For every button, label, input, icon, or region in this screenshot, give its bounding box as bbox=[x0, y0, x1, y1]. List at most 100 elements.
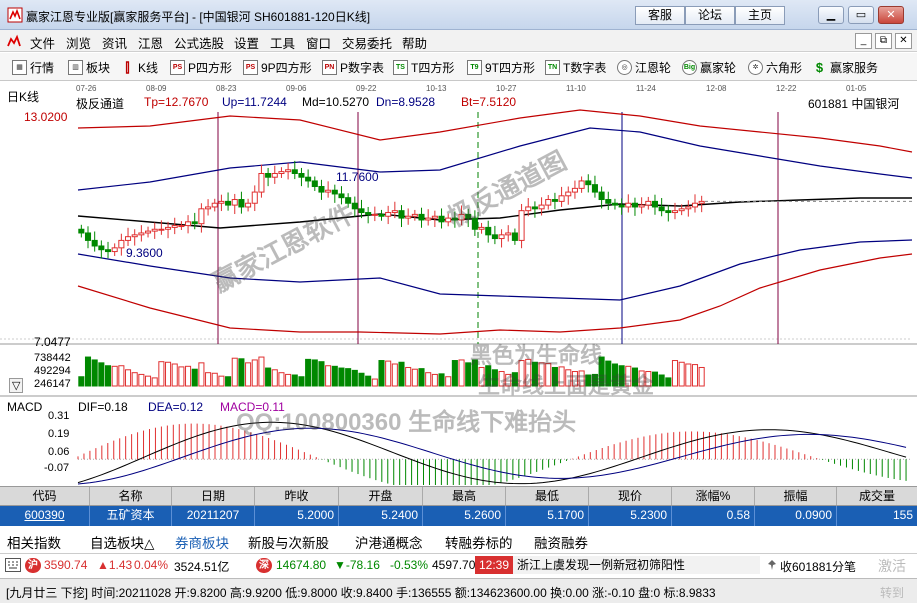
macd-name: MACD bbox=[7, 400, 43, 414]
col-price[interactable]: 现价 bbox=[589, 487, 672, 505]
p-number-table-button[interactable]: PN P数字表 bbox=[322, 58, 384, 76]
tab-margin-trading[interactable]: 融资融券 bbox=[534, 532, 588, 552]
news-ticker[interactable]: 12:39 浙江上虞发现一例新冠初筛阳性 bbox=[475, 556, 760, 574]
candle-body bbox=[271, 173, 278, 178]
ps9-icon: PS bbox=[243, 59, 258, 75]
menu-help[interactable]: 帮助 bbox=[402, 33, 427, 52]
volume-bar bbox=[124, 369, 132, 387]
volume-bar bbox=[478, 366, 485, 387]
candle-body bbox=[265, 173, 272, 178]
candle-body bbox=[198, 208, 205, 225]
t-number-table-button[interactable]: TN T数字表 bbox=[545, 58, 606, 76]
volume-bar bbox=[298, 376, 305, 387]
kline-button[interactable]: ⫿ K线 bbox=[120, 58, 158, 76]
col-prev-close[interactable]: 昨收 bbox=[255, 487, 339, 505]
tab-securities-lending[interactable]: 转融券标的 bbox=[445, 532, 513, 552]
candle-body bbox=[84, 232, 92, 241]
volume-bar bbox=[358, 372, 365, 387]
ts-icon: TS bbox=[393, 59, 408, 75]
menu-formula-pick[interactable]: 公式选股 bbox=[174, 33, 224, 52]
menu-info[interactable]: 资讯 bbox=[102, 33, 127, 52]
homepage-link[interactable]: 主页 bbox=[735, 6, 785, 25]
menu-settings[interactable]: 设置 bbox=[234, 33, 259, 52]
date-tick: 07-26 bbox=[76, 84, 97, 93]
candle-body bbox=[131, 234, 138, 238]
p-square-button[interactable]: PS P四方形 bbox=[170, 58, 232, 76]
volume-bar bbox=[631, 367, 638, 387]
candle-body bbox=[658, 206, 665, 212]
candle-body bbox=[311, 180, 318, 188]
candle-body bbox=[391, 210, 398, 214]
candle-body bbox=[551, 199, 558, 202]
toolbar: ▦ 行情 ▥ 板块 ⫿ K线 PS P四方形 PS 9P四方形 PN P数字表 TS T四方形… bbox=[0, 53, 917, 81]
col-low[interactable]: 最低 bbox=[506, 487, 589, 505]
sz-index-value[interactable]: 14674.80 bbox=[276, 558, 326, 572]
forum-link[interactable]: 论坛 bbox=[685, 6, 735, 25]
tab-broker-sector[interactable]: 券商板块 bbox=[175, 532, 229, 552]
window-title: 赢家江恩专业版[赢家服务平台] - [中国银河 SH601881-120日K线] bbox=[26, 10, 371, 24]
mdi-restore-button[interactable]: ⧉ bbox=[875, 33, 892, 49]
mdi-minimize-button[interactable]: _ bbox=[855, 33, 872, 49]
tab-new-stocks[interactable]: 新股与次新股 bbox=[248, 532, 329, 552]
candle-body bbox=[678, 208, 685, 212]
candle-body bbox=[205, 206, 212, 210]
chart-area[interactable]: 07-26 08-09 08-23 09-06 09-22 10-13 10-27 11-10… bbox=[0, 82, 917, 485]
date-tick: 12-22 bbox=[776, 84, 797, 93]
tick-detail-label[interactable]: 收601881分笔 bbox=[780, 558, 856, 575]
menu-file[interactable]: 文件 bbox=[30, 33, 55, 52]
t-square-button[interactable]: TS T四方形 bbox=[393, 58, 454, 76]
col-name[interactable]: 名称 bbox=[90, 487, 172, 505]
sector-button[interactable]: ▥ 板块 bbox=[68, 58, 110, 76]
col-volume[interactable]: 成交量 bbox=[837, 487, 917, 505]
close-button[interactable]: ✕ bbox=[878, 6, 904, 24]
winner-service-button[interactable]: $ 赢家服务 bbox=[812, 58, 878, 76]
table-row[interactable]: 600390 五矿资本 20211207 5.2000 5.2400 5.260… bbox=[0, 506, 917, 526]
winner-wheel-button[interactable]: Big 赢家轮 bbox=[682, 58, 736, 76]
col-date[interactable]: 日期 bbox=[172, 487, 255, 505]
minimize-button[interactable]: ▁ bbox=[818, 6, 844, 24]
menu-tools[interactable]: 工具 bbox=[270, 33, 295, 52]
quotes-button[interactable]: ▦ 行情 bbox=[12, 58, 54, 76]
col-open[interactable]: 开盘 bbox=[339, 487, 423, 505]
kline-chart[interactable]: 07-26 08-09 08-23 09-06 09-22 10-13 10-27 11-10… bbox=[0, 82, 917, 485]
lower-mid-band-line bbox=[77, 239, 913, 301]
sh-index-value[interactable]: 3590.74 bbox=[44, 558, 87, 572]
volume-bar bbox=[231, 357, 238, 387]
menu-window[interactable]: 窗口 bbox=[306, 33, 331, 52]
tab-watchlist[interactable]: 自选板块△ bbox=[90, 532, 154, 552]
tab-related-index[interactable]: 相关指数 bbox=[7, 532, 61, 552]
gann-wheel-button[interactable]: ◎ 江恩轮 bbox=[617, 58, 671, 76]
col-high[interactable]: 最高 bbox=[423, 487, 506, 505]
col-code[interactable]: 代码 bbox=[0, 487, 90, 505]
menu-browse[interactable]: 浏览 bbox=[66, 33, 91, 52]
candle-body bbox=[465, 213, 472, 219]
9p-square-button[interactable]: PS 9P四方形 bbox=[243, 58, 312, 76]
support-link[interactable]: 客服 bbox=[635, 6, 685, 25]
sh-index-amount: 3524.51亿 bbox=[174, 560, 230, 574]
tab-hk-connect[interactable]: 沪港通概念 bbox=[355, 532, 423, 552]
keyboard-icon[interactable] bbox=[5, 558, 21, 572]
col-change-pct[interactable]: 涨幅% bbox=[672, 487, 755, 505]
menu-trade[interactable]: 交易委托 bbox=[342, 33, 392, 52]
maximize-button[interactable]: ▭ bbox=[848, 6, 874, 24]
volume-bar bbox=[578, 370, 585, 387]
scroll-down-button[interactable]: ▽ bbox=[9, 378, 24, 393]
hexagon-button[interactable]: ✲ 六角形 bbox=[748, 58, 802, 76]
macd-tick-1: 0.31 bbox=[48, 410, 70, 422]
col-amplitude[interactable]: 振幅 bbox=[755, 487, 837, 505]
9t-square-button[interactable]: T9 9T四方形 bbox=[467, 58, 535, 76]
candle-body bbox=[91, 239, 98, 247]
volume-bar bbox=[605, 360, 612, 387]
menu-gann[interactable]: 江恩 bbox=[138, 33, 163, 52]
dollar-icon: $ bbox=[815, 59, 824, 75]
cell-date: 20211207 bbox=[172, 506, 255, 526]
volume-bar bbox=[485, 365, 492, 387]
cell-prev-close: 5.2000 bbox=[255, 506, 339, 526]
candle-body bbox=[585, 180, 592, 186]
candle-body bbox=[225, 200, 232, 206]
cell-code[interactable]: 600390 bbox=[0, 506, 90, 526]
volume-bar bbox=[645, 371, 652, 387]
pn-icon: PN bbox=[322, 59, 337, 75]
mdi-close-button[interactable]: ✕ bbox=[895, 33, 912, 49]
pin-icon[interactable] bbox=[766, 559, 778, 571]
